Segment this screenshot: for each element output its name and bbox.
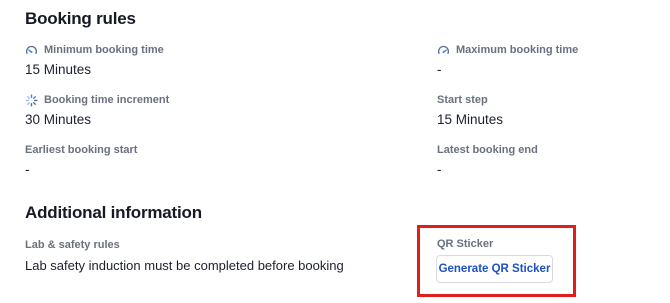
minimum-booking-time-value: 15 Minutes (25, 62, 92, 77)
earliest-booking-start-field: Earliest booking start - (25, 143, 137, 177)
gauge-high-icon (437, 44, 450, 57)
booking-rules-heading: Booking rules (25, 9, 136, 28)
lab-safety-rules-label: Lab & safety rules (25, 239, 120, 251)
earliest-booking-start-value: - (25, 162, 30, 177)
start-step-label: Start step (437, 94, 488, 106)
maximum-booking-time-label: Maximum booking time (456, 44, 579, 56)
booking-time-increment-field: Booking time increment 30 Minutes (25, 93, 169, 127)
additional-information-heading: Additional information (25, 203, 202, 222)
gauge-low-icon (25, 44, 38, 57)
minimum-booking-time-field: Minimum booking time 15 Minutes (25, 43, 164, 77)
latest-booking-end-value: - (437, 162, 442, 177)
spinner-icon (25, 93, 38, 107)
start-step-field: Start step 15 Minutes (437, 93, 503, 127)
start-step-value: 15 Minutes (437, 112, 504, 127)
booking-time-increment-label: Booking time increment (44, 94, 170, 106)
latest-booking-end-label: Latest booking end (437, 144, 538, 156)
generate-qr-sticker-button[interactable]: Generate QR Sticker (436, 255, 553, 283)
booking-time-increment-value: 30 Minutes (25, 112, 92, 127)
qr-sticker-label: QR Sticker (437, 238, 494, 250)
booking-details-panel: Booking rules Minimum booking time 15 Mi… (0, 0, 670, 303)
lab-safety-rules-field: Lab & safety rules Lab safety induction … (25, 238, 344, 273)
maximum-booking-time-value: - (437, 62, 442, 77)
lab-safety-rules-value: Lab safety induction must be completed b… (25, 258, 344, 273)
minimum-booking-time-label: Minimum booking time (44, 44, 164, 56)
earliest-booking-start-label: Earliest booking start (25, 144, 138, 156)
maximum-booking-time-field: Maximum booking time - (437, 43, 578, 77)
latest-booking-end-field: Latest booking end - (437, 143, 538, 177)
